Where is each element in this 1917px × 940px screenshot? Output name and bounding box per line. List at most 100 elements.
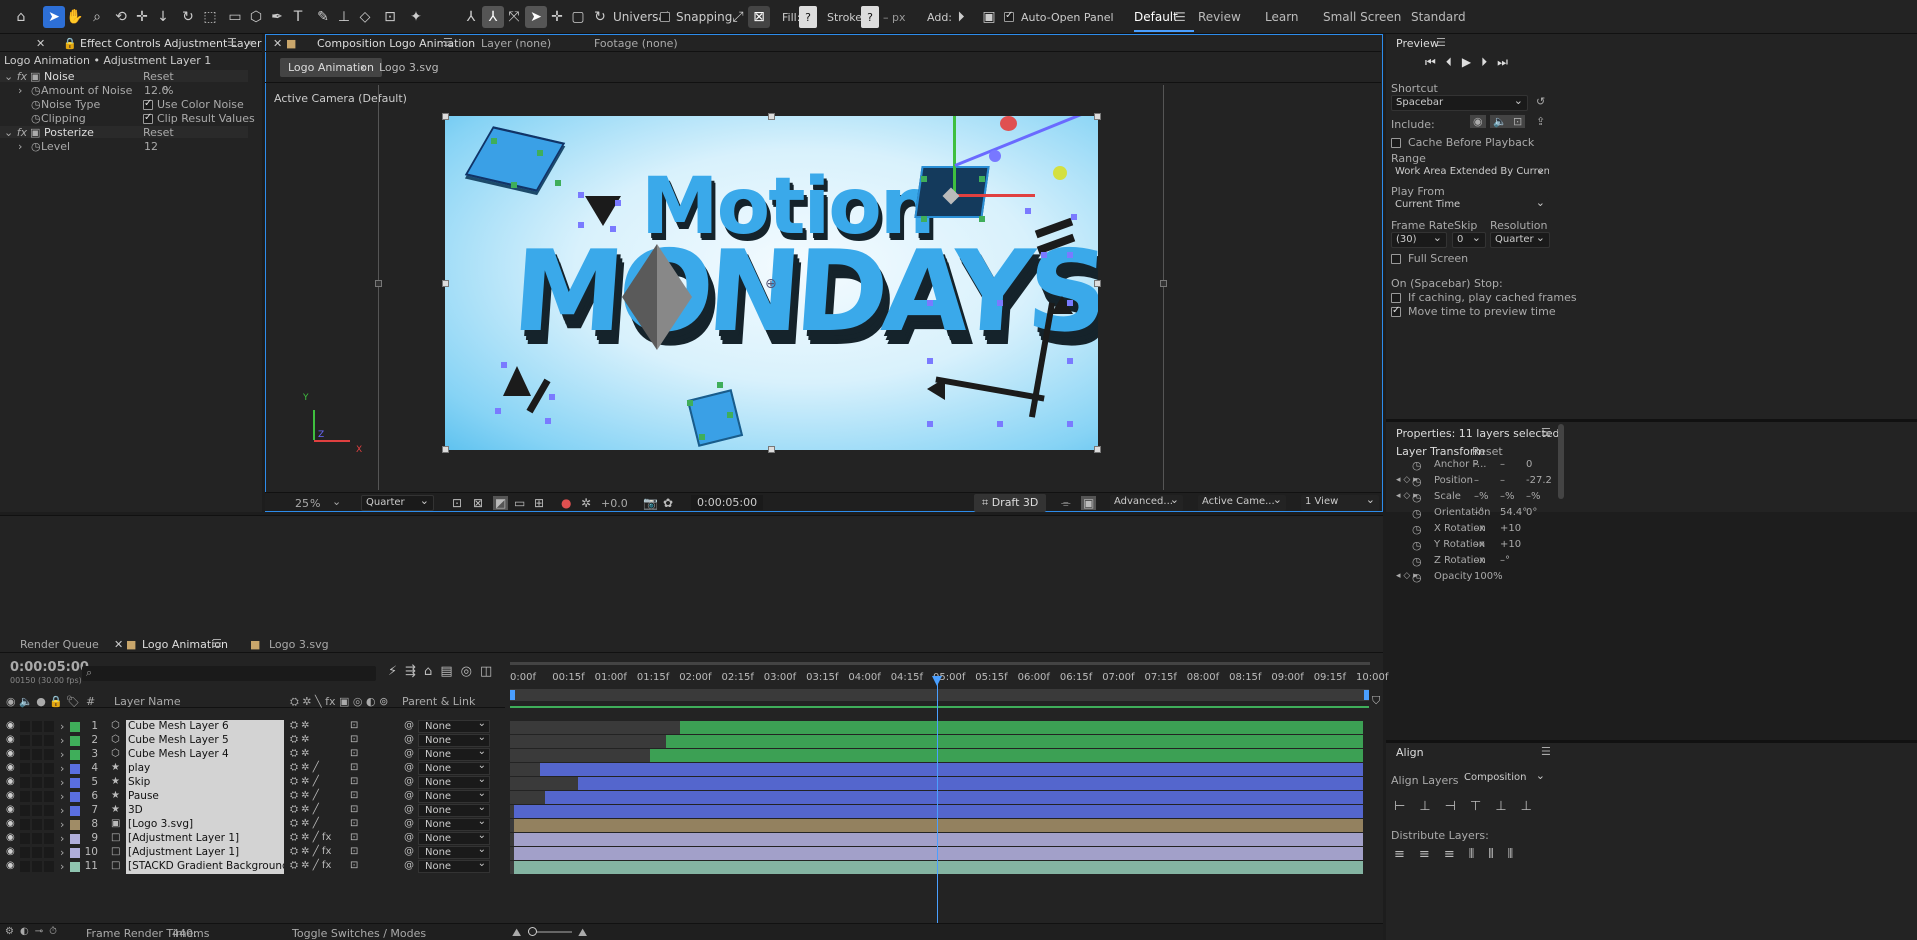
audio-switch[interactable] <box>20 847 30 858</box>
layer-label-color[interactable] <box>70 862 80 872</box>
layer-duration-bar[interactable] <box>545 791 1363 804</box>
reset-icon[interactable]: ↺ <box>1536 95 1545 108</box>
expand-arrow-icon[interactable]: › <box>60 748 64 761</box>
distribute-left-icon[interactable]: ⫴ <box>1469 847 1488 862</box>
layer-search-input[interactable]: ⌕ <box>82 666 376 681</box>
layer-duration-bar[interactable] <box>514 861 1363 874</box>
layer-duration-bar[interactable] <box>514 819 1363 832</box>
eraser-tool-icon[interactable]: ◇ <box>354 6 376 28</box>
visibility-eye-icon[interactable]: ◉ <box>6 860 15 871</box>
layer-switches[interactable]: ⛭ ✲ ╱ <box>290 818 319 829</box>
ruler-tick-label[interactable]: 01:00f <box>595 672 627 683</box>
work-area-end-handle[interactable] <box>1364 690 1369 700</box>
layer-row[interactable]: ◉ › 9 □ [Adjustment Layer 1] ⛭ ✲ ╱ fx ⊡ @ None <box>0 830 505 846</box>
ruler-tick-label[interactable]: 07:00f <box>1102 672 1134 683</box>
visibility-eye-icon[interactable]: ◉ <box>6 818 15 829</box>
move-time-checkbox[interactable] <box>1391 305 1401 318</box>
pick-whip-icon[interactable]: @ <box>404 846 414 857</box>
level-expand-arrow[interactable]: › <box>18 140 22 153</box>
panel-expand-icon[interactable]: » <box>247 36 254 49</box>
motion-blur-icon[interactable]: ◎ <box>461 664 480 679</box>
bbox-handle[interactable] <box>1094 113 1101 120</box>
solo-switch[interactable] <box>32 791 42 802</box>
toggle-in-out-icon[interactable]: ⊸ <box>35 926 49 937</box>
rotation-tool-icon[interactable]: ↻ <box>177 6 199 28</box>
visibility-eye-icon[interactable]: ◉ <box>6 832 15 843</box>
panel-menu-icon[interactable]: ☰ <box>227 36 237 49</box>
workspace-default[interactable]: Default <box>1134 10 1178 24</box>
solo-switch[interactable] <box>32 861 42 872</box>
pan-camera-icon[interactable]: ✛ <box>131 6 153 28</box>
pan-behind-icon[interactable]: ⬚ <box>199 6 221 28</box>
align-right-icon[interactable]: ⊣ <box>1445 799 1470 814</box>
property-value-2[interactable]: –% <box>1500 491 1515 502</box>
exposure-value[interactable]: +0.0 <box>601 497 628 510</box>
visibility-eye-icon[interactable]: ◉ <box>6 846 15 857</box>
pick-whip-icon[interactable]: @ <box>404 860 414 871</box>
stroke-width[interactable]: – px <box>883 6 906 28</box>
layer-row[interactable]: ◉ › 10 □ [Adjustment Layer 1] ⛭ ✲ ╱ fx ⊡ @ None <box>0 844 505 860</box>
layer-name[interactable]: Cube Mesh Layer 5 <box>126 734 284 748</box>
bbox-handle[interactable] <box>442 280 449 287</box>
property-value-3[interactable]: 0° <box>1526 507 1537 518</box>
layer-switches[interactable]: ⛭ ✲ <box>290 734 310 745</box>
fill-swatch[interactable]: ? <box>799 6 817 28</box>
3d-ground-plane-icon[interactable]: ⌯ <box>1061 496 1071 511</box>
zoom-value[interactable]: 25 <box>295 497 309 510</box>
toggle-modes-icon[interactable]: ◐ <box>20 926 35 937</box>
bbox-handle[interactable] <box>442 446 449 453</box>
align-top-icon[interactable]: ⊤ <box>1470 799 1495 814</box>
layer-duration-bar[interactable] <box>666 735 1363 748</box>
expand-arrow-icon[interactable]: › <box>60 776 64 789</box>
3d-layer-icon[interactable]: ⊡ <box>350 832 358 843</box>
lock-switch[interactable] <box>44 763 54 774</box>
layer-label-color[interactable] <box>70 820 80 830</box>
expand-arrow-icon[interactable]: › <box>60 832 64 845</box>
audio-switch[interactable] <box>20 721 30 732</box>
zoom-tool-icon[interactable]: ⌕ <box>86 6 108 28</box>
ruler-tick-label[interactable]: 00:15f <box>552 672 584 683</box>
solo-switch[interactable] <box>32 847 42 858</box>
3d-layer-icon[interactable]: ⊡ <box>350 846 358 857</box>
snap-options-icon[interactable]: ⤢ <box>727 6 749 28</box>
lock-switch[interactable] <box>44 749 54 760</box>
layer-duration-bar[interactable] <box>578 777 1363 790</box>
layer-label-color[interactable] <box>70 778 80 788</box>
stopwatch-icon[interactable]: ◷ <box>1412 523 1422 536</box>
distribute-right-icon[interactable]: ⫴ <box>1508 847 1527 862</box>
layer-switches[interactable]: ⛭ ✲ ╱ <box>290 762 319 773</box>
layer-name[interactable]: [Logo 3.svg] <box>126 818 284 832</box>
property-value-1[interactable]: – <box>1474 459 1479 470</box>
expand-arrow-icon[interactable]: › <box>60 818 64 831</box>
layer-switches[interactable]: ⛭ ✲ <box>290 748 310 759</box>
distribute-bottom-icon[interactable]: ≡ <box>1444 847 1469 862</box>
property-value-1[interactable]: –% <box>1474 491 1489 502</box>
solo-switch[interactable] <box>32 819 42 830</box>
expand-arrow-icon[interactable]: › <box>60 790 64 803</box>
lock-switch[interactable] <box>44 721 54 732</box>
extended-viewer-icon[interactable]: ▣ <box>1081 496 1097 510</box>
ruler-tick-label[interactable]: 09:15f <box>1314 672 1346 683</box>
pick-whip-icon[interactable]: @ <box>404 734 414 745</box>
level-value[interactable]: 12 <box>144 140 158 153</box>
distribute-top-icon[interactable]: ≡ <box>1394 847 1419 862</box>
stopwatch-icon[interactable]: ◷ <box>1412 459 1422 472</box>
ruler-tick-label[interactable]: 05:15f <box>975 672 1007 683</box>
layer-switches[interactable]: ⛭ ✲ ╱ <box>290 804 319 815</box>
solo-switch[interactable] <box>32 805 42 816</box>
first-frame-icon[interactable]: ⏮ <box>1425 55 1446 69</box>
timeline-zoom-thumb[interactable] <box>528 927 537 936</box>
ruler-tick-label[interactable]: 09:00f <box>1271 672 1303 683</box>
ruler-tick-label[interactable]: 04:15f <box>891 672 923 683</box>
property-value-1[interactable]: –° <box>1474 507 1484 518</box>
lock-switch[interactable] <box>44 833 54 844</box>
3d-layer-icon[interactable]: ⊡ <box>350 762 358 773</box>
layer-switches[interactable]: ⛭ ✲ ╱ fx <box>290 860 331 871</box>
snap-grid-icon[interactable]: ⊠ <box>748 6 770 28</box>
ruler-tick-label[interactable]: 02:15f <box>722 672 754 683</box>
include-video-icon[interactable]: ◉ <box>1470 115 1486 128</box>
label-column-icon[interactable]: 🏷 <box>66 695 80 708</box>
layer-duration-bar[interactable] <box>650 749 1363 762</box>
layer-duration-bar[interactable] <box>514 847 1363 860</box>
layer-duration-bar[interactable] <box>514 833 1363 846</box>
